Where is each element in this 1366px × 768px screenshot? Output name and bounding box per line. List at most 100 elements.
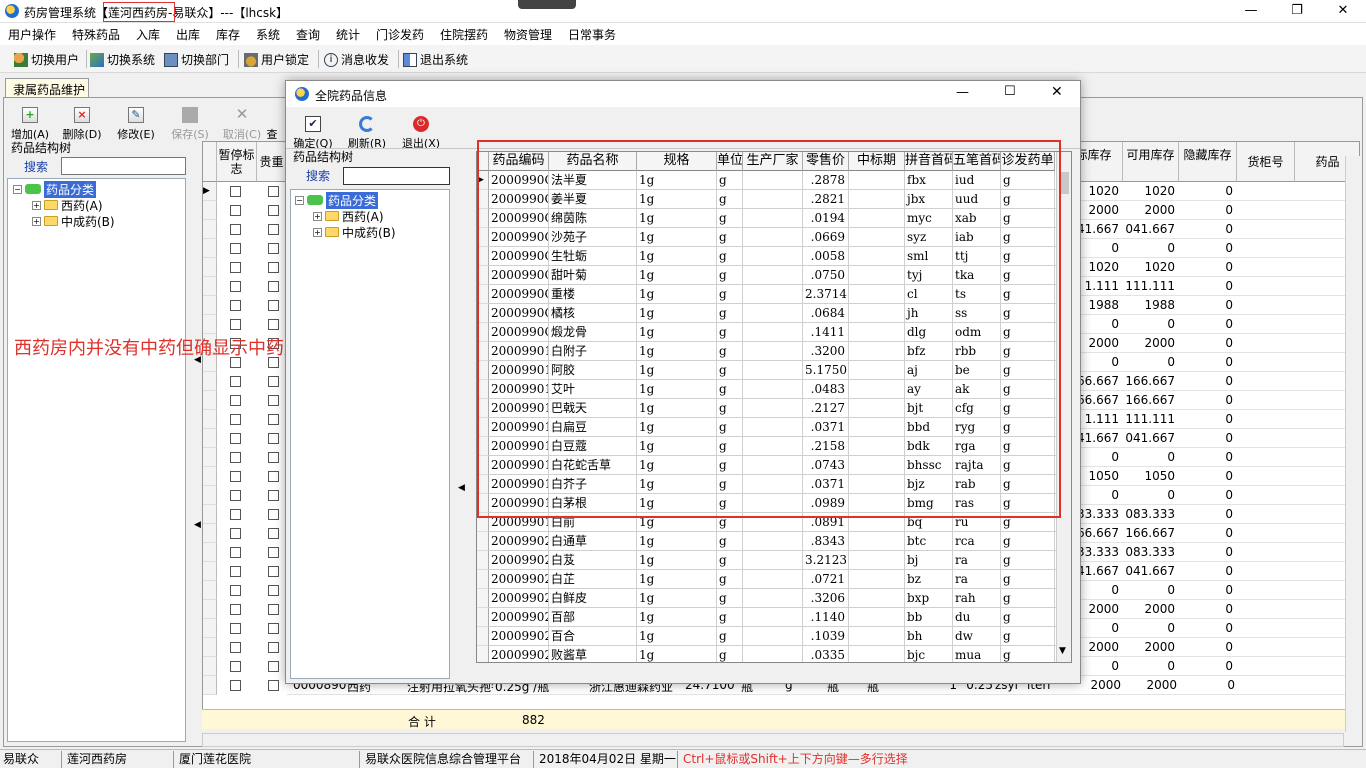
pause-checkbox[interactable] (230, 623, 241, 634)
precious-checkbox[interactable] (268, 433, 279, 444)
pause-checkbox[interactable] (230, 262, 241, 273)
precious-checkbox[interactable] (268, 604, 279, 615)
table-row[interactable]: 20009901 白扁豆 1g g .0371 bbd ryg g (489, 418, 1065, 437)
expand-icon[interactable]: + (32, 216, 41, 226)
cancel-button[interactable]: ✕ 取消(C) (218, 107, 266, 142)
table-row[interactable]: 2000990C 生牡蛎 1g g .0058 sml ttj g (489, 247, 1065, 266)
dialog-maximize-button[interactable]: ☐ (1004, 84, 1016, 99)
collapse-icon[interactable]: − (13, 184, 22, 194)
pause-checkbox[interactable] (230, 433, 241, 444)
column-header[interactable]: 规格 (637, 152, 717, 171)
add-button[interactable]: + 增加(A) (6, 107, 54, 142)
query-button[interactable]: 查 (262, 107, 282, 142)
pause-checkbox[interactable] (230, 604, 241, 615)
column-header[interactable]: 单位 (717, 152, 743, 171)
menu-daily[interactable]: 日常事务 (568, 26, 616, 43)
precious-checkbox[interactable] (268, 300, 279, 311)
precious-checkbox[interactable] (268, 623, 279, 634)
table-row[interactable]: 20009902 百部 1g g .1140 bb du g (489, 608, 1065, 627)
column-header[interactable]: 五笔首码 (953, 152, 1001, 171)
exit-system-button[interactable]: 退出系统 (403, 51, 468, 68)
table-row[interactable]: 20009902 白芷 1g g .0721 bz ra g (489, 570, 1065, 589)
precious-checkbox[interactable] (268, 585, 279, 596)
table-row[interactable]: 20009901 白芥子 1g g .0371 bjz rab g (489, 475, 1065, 494)
expand-icon[interactable]: + (313, 211, 322, 221)
table-row[interactable]: 20009901 白花蛇舌草 1g g .0743 bhssc rajta g (489, 456, 1065, 475)
left-search-input[interactable] (61, 157, 186, 175)
confirm-button[interactable]: ✔ 确定(Q) (290, 116, 336, 151)
pause-checkbox[interactable] (230, 547, 241, 558)
table-row[interactable]: 20009902 白通草 1g g .8343 btc rca g (489, 532, 1065, 551)
pause-checkbox[interactable] (230, 243, 241, 254)
edit-button[interactable]: ✎ 修改(E) (112, 107, 160, 142)
pause-checkbox[interactable] (230, 186, 241, 197)
column-header[interactable]: 中标期 (849, 152, 905, 171)
dialog-tree-western[interactable]: + 西药(A) (313, 208, 384, 224)
table-row[interactable]: 20009901 白附子 1g g .3200 bfz rbb g (489, 342, 1065, 361)
precious-checkbox[interactable] (268, 224, 279, 235)
precious-checkbox[interactable] (268, 414, 279, 425)
pause-checkbox[interactable] (230, 680, 241, 691)
pause-checkbox[interactable] (230, 471, 241, 482)
dialog-drug-table[interactable]: 药品编码 药品名称 规格 单位 生产厂家 零售价 中标期 拼音首码 五笔首码 诊发药单 ▶ 2000… (476, 151, 1072, 663)
menu-statistics[interactable]: 统计 (336, 26, 360, 43)
precious-checkbox[interactable] (268, 186, 279, 197)
pause-checkbox[interactable] (230, 376, 241, 387)
table-row[interactable]: 2000990C 沙苑子 1g g .0669 syz iab g (489, 228, 1065, 247)
menu-system[interactable]: 系统 (256, 26, 280, 43)
left-drug-tree[interactable]: − 药品分类 + 西药(A) + 中成药(B) (7, 178, 186, 742)
table-row[interactable]: 2000990C 绵茵陈 1g g .0194 myc xab g (489, 209, 1065, 228)
table-row[interactable]: 20009901 白茅根 1g g .0989 bmg ras g (489, 494, 1065, 513)
dialog-search-label[interactable]: 搜索 (306, 167, 330, 184)
menu-special-drugs[interactable]: 特殊药品 (72, 26, 120, 43)
column-header[interactable]: 药品名称 (549, 152, 637, 171)
refresh-button[interactable]: 刷新(R) (344, 116, 390, 151)
pause-checkbox[interactable] (230, 319, 241, 330)
precious-checkbox[interactable] (268, 262, 279, 273)
precious-checkbox[interactable] (268, 490, 279, 501)
menu-inpatient[interactable]: 住院摆药 (440, 26, 488, 43)
column-header[interactable]: 诊发药单 (1001, 152, 1055, 171)
precious-checkbox[interactable] (268, 376, 279, 387)
precious-checkbox[interactable] (268, 281, 279, 292)
precious-checkbox[interactable] (268, 680, 279, 691)
expand-icon[interactable]: + (32, 200, 41, 210)
column-header[interactable]: 拼音首码 (905, 152, 953, 171)
table-row[interactable]: 2000990C 甜叶菊 1g g .0750 tyj tka g (489, 266, 1065, 285)
precious-checkbox[interactable] (268, 319, 279, 330)
pause-checkbox[interactable] (230, 566, 241, 577)
table-row[interactable]: 20009901 阿胶 1g g 5.1750 aj be g (489, 361, 1065, 380)
pause-checkbox[interactable] (230, 490, 241, 501)
precious-checkbox[interactable] (268, 243, 279, 254)
lock-user-button[interactable]: 用户锁定 (244, 51, 309, 68)
pause-checkbox[interactable] (230, 224, 241, 235)
tree-item-western[interactable]: + 西药(A) (32, 197, 103, 213)
table-row[interactable]: 20009902 白芨 1g g 3.2123 bj ra g (489, 551, 1065, 570)
dialog-tree-patent[interactable]: + 中成药(B) (313, 224, 396, 240)
menu-materials[interactable]: 物资管理 (504, 26, 552, 43)
table-row[interactable]: 20009901 巴戟天 1g g .2127 bjt cfg g (489, 399, 1065, 418)
pause-checkbox[interactable] (230, 509, 241, 520)
table-row[interactable]: 2000990C 法半夏 1g g .2878 fbx iud g (489, 171, 1065, 190)
pause-checkbox[interactable] (230, 642, 241, 653)
precious-checkbox[interactable] (268, 528, 279, 539)
precious-checkbox[interactable] (268, 509, 279, 520)
precious-checkbox[interactable] (268, 642, 279, 653)
dialog-search-input[interactable] (343, 167, 450, 185)
switch-system-button[interactable]: 切换系统 (90, 51, 155, 68)
exit-button[interactable]: ⏻ 退出(X) (398, 116, 444, 151)
dialog-minimize-button[interactable]: — (956, 85, 969, 100)
tree-root-item[interactable]: − 药品分类 (13, 180, 97, 198)
dialog-drug-tree[interactable]: − 药品分类 + 西药(A) + 中成药(B) (290, 189, 450, 679)
splitter-arrow-icon[interactable]: ◀ (194, 520, 201, 530)
save-button[interactable]: 保存(S) (166, 107, 214, 142)
pause-checkbox[interactable] (230, 395, 241, 406)
dialog-close-button[interactable]: ✕ (1051, 84, 1063, 100)
pause-checkbox[interactable] (230, 452, 241, 463)
left-search-label[interactable]: 搜索 (24, 158, 48, 175)
dialog-tree-root[interactable]: − 药品分类 (295, 191, 379, 209)
tree-item-patent[interactable]: + 中成药(B) (32, 213, 115, 229)
table-row[interactable]: 20009901 白豆蔻 1g g .2158 bdk rga g (489, 437, 1065, 456)
menu-inventory[interactable]: 库存 (216, 26, 240, 43)
table-row[interactable]: 20009901 白前 1g g .0891 bq ru g (489, 513, 1065, 532)
